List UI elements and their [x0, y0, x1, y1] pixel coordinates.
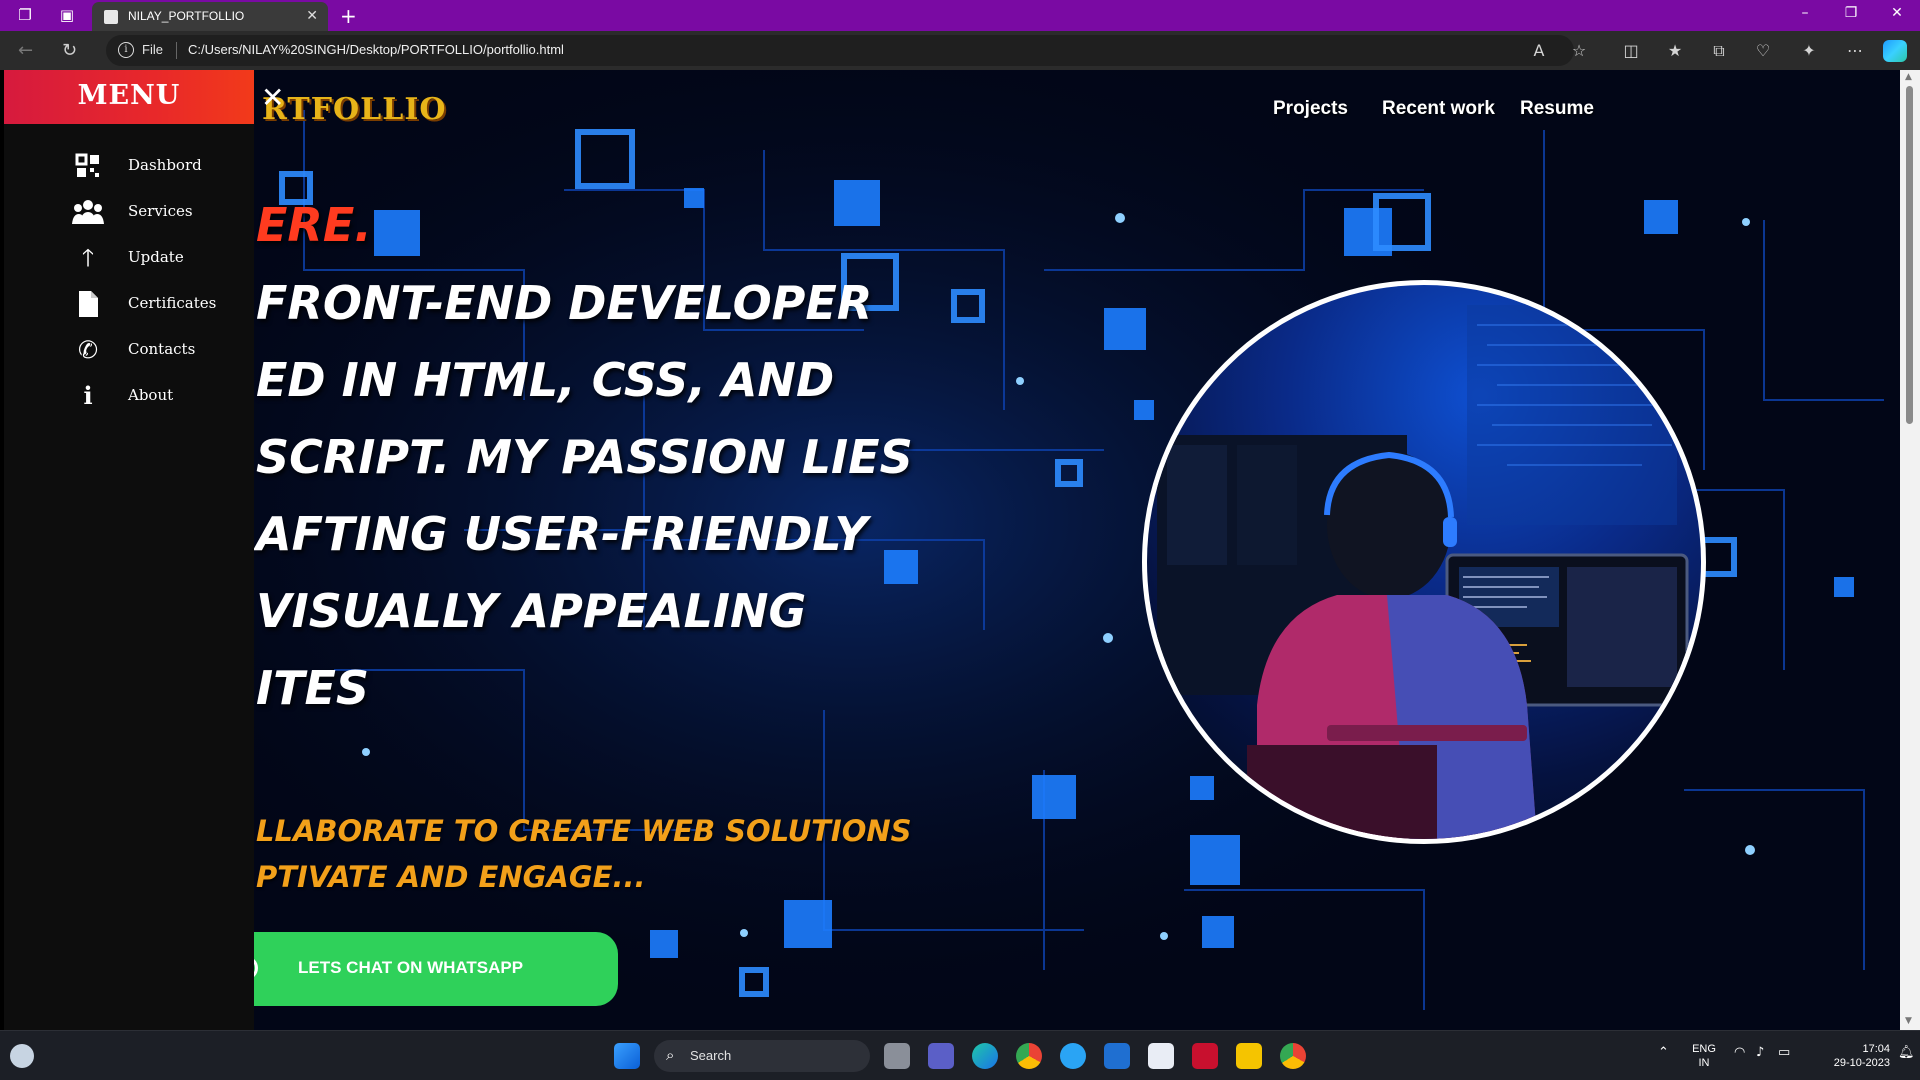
taskbar-search[interactable]: ⌕ Search — [654, 1040, 870, 1072]
file-explorer-icon[interactable] — [1236, 1043, 1262, 1069]
whatsapp-button-label: LETS CHAT ON WHATSAPP — [298, 958, 524, 977]
collections-icon[interactable]: ⧉ — [1708, 41, 1730, 61]
nav-resume[interactable]: Resume — [1520, 98, 1594, 120]
browser-essentials-icon[interactable]: ♡ — [1752, 41, 1774, 60]
scroll-up-icon[interactable]: ▲ — [1905, 72, 1912, 82]
developer-illustration — [1157, 305, 1689, 839]
new-tab-icon[interactable]: + — [340, 4, 357, 28]
show-hidden-icons[interactable]: ⌃ — [1658, 1045, 1669, 1060]
scrollbar-thumb[interactable] — [1906, 86, 1913, 424]
close-window-icon[interactable]: ✕ — [1882, 5, 1912, 21]
close-tab-icon[interactable]: ✕ — [306, 8, 318, 24]
language-bottom[interactable]: IN — [1684, 1057, 1724, 1069]
back-icon[interactable]: ← — [18, 40, 33, 61]
minimize-icon[interactable]: – — [1790, 5, 1820, 21]
tab-actions-icon[interactable]: ▣ — [58, 6, 76, 24]
tagline-line-2: PTIVATE AND ENGAGE... — [256, 860, 646, 894]
info-icon[interactable]: i — [118, 42, 134, 58]
chrome-icon[interactable] — [1016, 1043, 1042, 1069]
menu-item-label: Certificates — [128, 294, 217, 312]
url-field[interactable]: i File C:/Users/NILAY%20SINGH/Desktop/PO… — [106, 35, 1574, 66]
teams-icon[interactable] — [928, 1043, 954, 1069]
whatsapp-chat-button[interactable]: LETS CHAT ON WHATSAPP — [244, 932, 618, 1006]
volume-icon[interactable]: ♪ — [1756, 1045, 1764, 1060]
search-icon: ⌕ — [666, 1046, 675, 1064]
mcafee-icon[interactable] — [1104, 1043, 1130, 1069]
menu-item-label: Update — [128, 248, 184, 266]
hero-line-2: FRONT-END DEVELOPER — [256, 276, 873, 330]
scroll-down-icon[interactable]: ▼ — [1905, 1016, 1912, 1026]
menu-item-label: About — [128, 386, 174, 404]
menu-item-label: Dashbord — [128, 156, 202, 174]
hero-line-7: ITES — [256, 661, 370, 715]
windows-taskbar: ⌕ Search ⌃ ENG IN ◠ ♪ ▭ 17:04 29-10-2023… — [0, 1030, 1920, 1080]
page-scrollbar[interactable]: ▲ ▼ — [1900, 70, 1920, 1030]
store-icon[interactable] — [1148, 1043, 1174, 1069]
start-icon[interactable] — [614, 1043, 640, 1069]
phone-icon: ✆ — [77, 336, 99, 364]
favorites-icon[interactable]: ★ — [1664, 41, 1686, 60]
page-favicon-icon — [104, 10, 118, 24]
nav-recent-work[interactable]: Recent work — [1382, 98, 1495, 120]
clock-time[interactable]: 17:04 — [1806, 1043, 1890, 1055]
weather-icon[interactable] — [10, 1044, 34, 1068]
help-icon[interactable] — [1060, 1043, 1086, 1069]
arrow-up-icon: 🡑 — [81, 244, 95, 272]
hero-line-1: ERE. — [256, 198, 372, 252]
menu-title: MENU — [77, 80, 181, 111]
antivirus-icon[interactable] — [1192, 1043, 1218, 1069]
menu-item-dashbord[interactable]: Dashbord — [72, 148, 242, 184]
restore-icon[interactable]: ❐ — [1836, 5, 1866, 21]
site-logo[interactable]: RTFOLLIO — [262, 92, 447, 127]
hero-line-6: VISUALLY APPEALING — [256, 584, 807, 638]
menu-item-update[interactable]: 🡑 Update — [72, 240, 242, 276]
url-separator — [176, 42, 177, 59]
browser-tab-active[interactable]: NILAY_PORTFOLLIO ✕ — [92, 2, 328, 31]
language-top[interactable]: ENG — [1684, 1043, 1724, 1055]
search-label: Search — [690, 1048, 732, 1063]
edge-icon[interactable] — [972, 1043, 998, 1069]
notification-icon[interactable]: 🔔︎ — [1898, 1045, 1915, 1060]
menu-item-certificates[interactable]: Certificates — [72, 286, 242, 322]
read-aloud-icon[interactable]: A — [1528, 41, 1550, 60]
browser-tab-bar: ❐ ▣ NILAY_PORTFOLLIO ✕ + – ❐ ✕ — [0, 0, 1920, 31]
hero-line-4: SCRIPT. MY PASSION LIES — [256, 430, 913, 484]
url-text[interactable]: C:/Users/NILAY%20SINGH/Desktop/PORTFOLLI… — [188, 42, 564, 57]
scheme-label: File — [142, 42, 163, 57]
hero-line-3: ED IN HTML, CSS, AND — [256, 353, 835, 407]
grid-icon — [72, 152, 104, 180]
hero-line-5: AFTING USER-FRIENDLY — [256, 507, 868, 561]
refresh-icon[interactable]: ↻ — [62, 40, 77, 61]
tagline-line-1: LLABORATE TO CREATE WEB SOLUTIONS — [256, 814, 912, 848]
favorite-star-icon[interactable]: ☆ — [1568, 41, 1590, 60]
page-viewport: RTFOLLIO Projects Recent work Resume ERE… — [4, 70, 1900, 1030]
document-icon — [72, 290, 104, 318]
menu-item-label: Contacts — [128, 340, 196, 358]
users-icon — [72, 198, 104, 226]
browser-address-bar: ← ↻ i File C:/Users/NILAY%20SINGH/Deskto… — [0, 31, 1920, 70]
menu-header: MENU — [4, 70, 254, 124]
developer-photo — [1142, 280, 1706, 844]
extensions-icon[interactable]: ✦ — [1798, 41, 1820, 60]
close-menu-icon[interactable]: ✕ — [261, 84, 284, 112]
side-menu: MENU Dashbord Services 🡑 Update Certific… — [4, 70, 254, 1030]
nav-projects[interactable]: Projects — [1273, 98, 1348, 120]
menu-item-label: Services — [128, 202, 193, 220]
split-screen-icon[interactable]: ◫ — [1620, 41, 1642, 60]
tab-title: NILAY_PORTFOLLIO — [128, 9, 245, 23]
chrome-profile-icon[interactable] — [1280, 1043, 1306, 1069]
info-icon: i — [83, 381, 93, 410]
copilot-icon[interactable] — [1883, 40, 1907, 62]
task-view-icon[interactable] — [884, 1043, 910, 1069]
menu-item-about[interactable]: i About — [72, 378, 242, 414]
workspaces-icon[interactable]: ❐ — [16, 6, 34, 24]
wifi-icon[interactable]: ◠ — [1734, 1045, 1745, 1060]
menu-item-services[interactable]: Services — [72, 194, 242, 230]
more-options-icon[interactable]: ⋯ — [1844, 41, 1866, 60]
battery-icon[interactable]: ▭ — [1778, 1045, 1790, 1060]
clock-date[interactable]: 29-10-2023 — [1806, 1057, 1890, 1069]
menu-item-contacts[interactable]: ✆ Contacts — [72, 332, 242, 368]
